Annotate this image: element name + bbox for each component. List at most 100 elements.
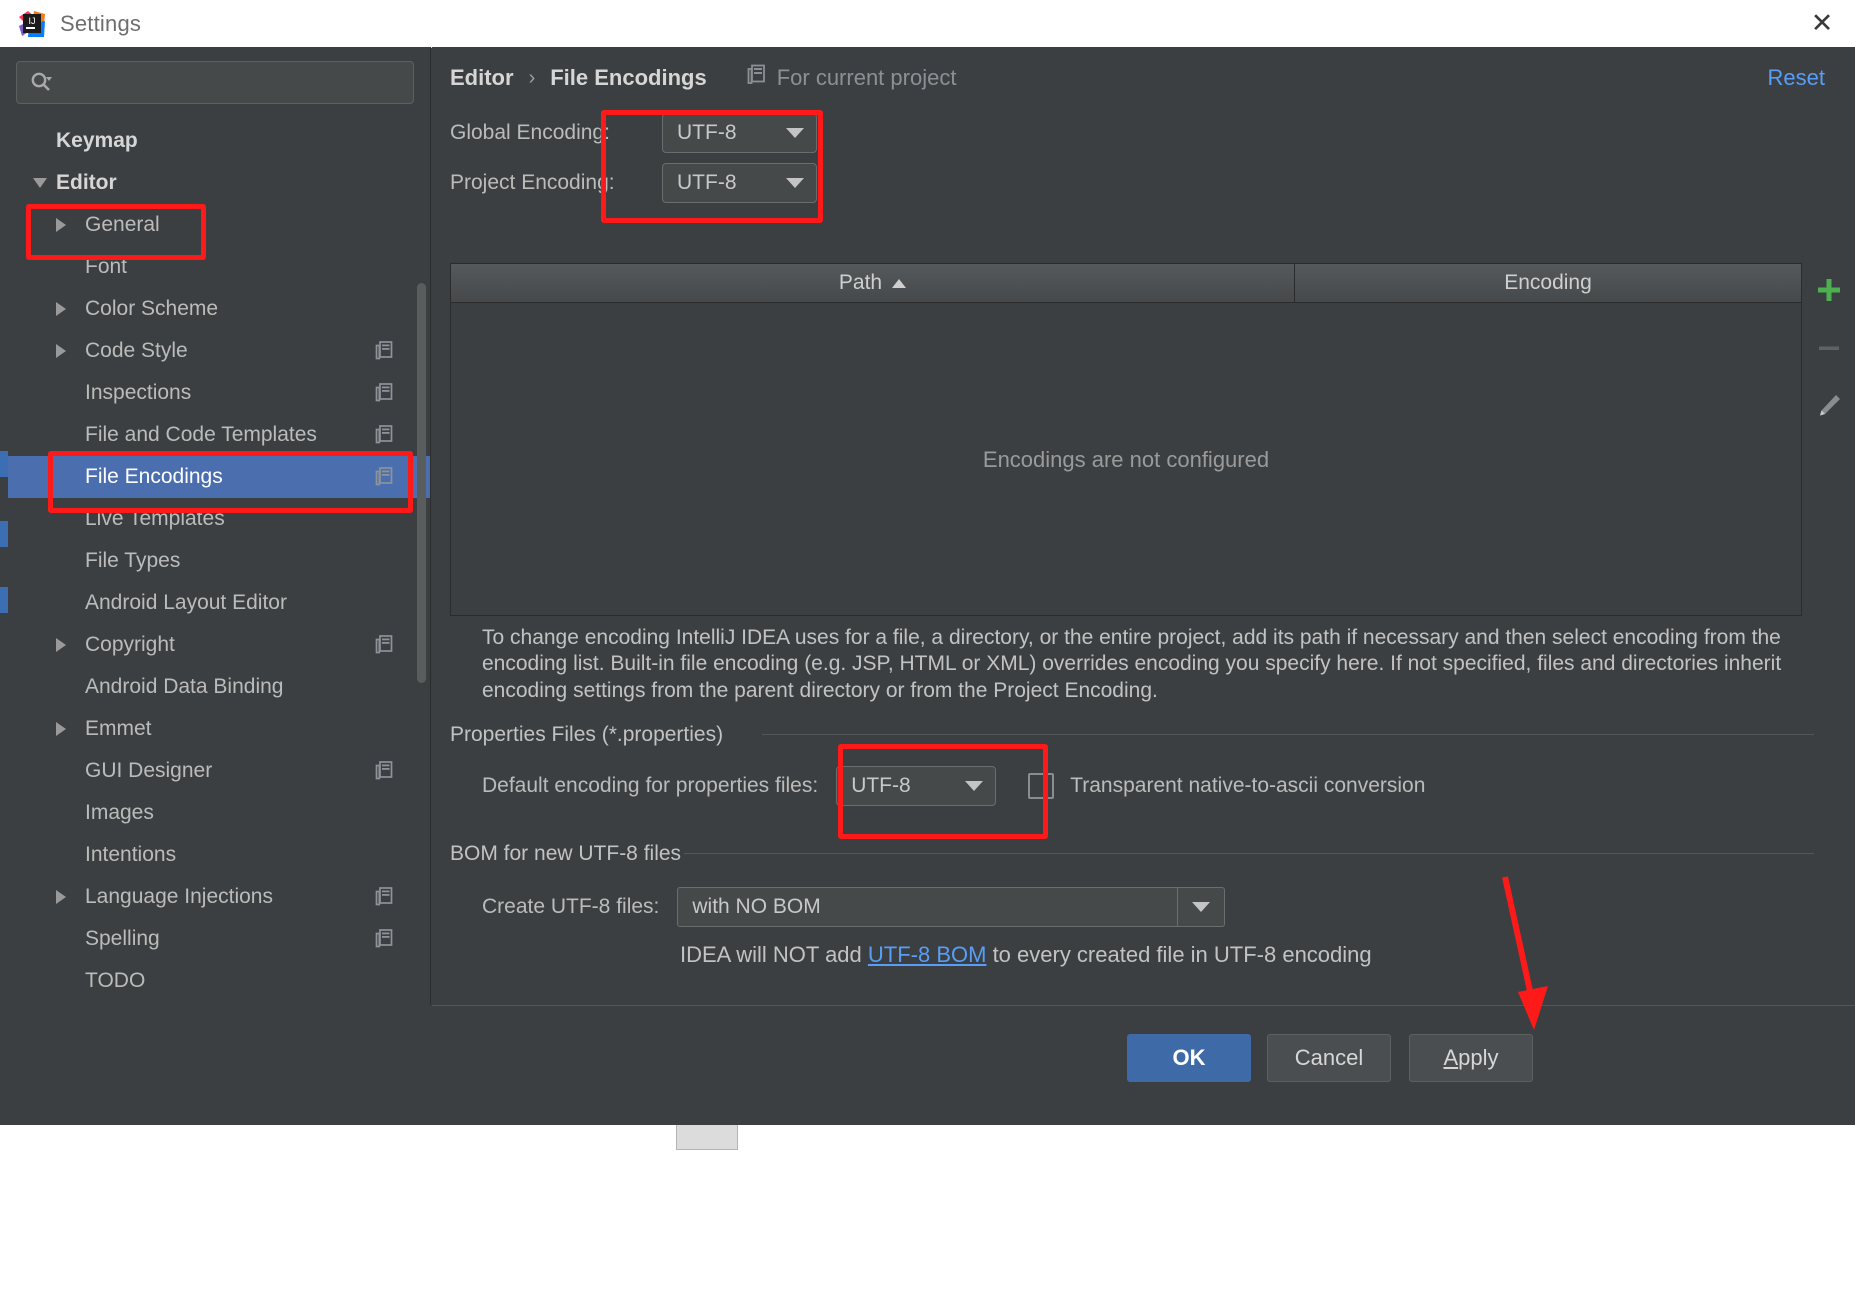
sidebar-item-file-encodings[interactable]: File Encodings <box>0 456 430 498</box>
dialog-button-bar: OK Cancel Apply <box>432 1005 1855 1126</box>
project-encoding-label: Project Encoding: <box>450 171 646 195</box>
chevron-right-icon[interactable] <box>56 722 66 736</box>
sidebar-item-code-style[interactable]: Code Style <box>0 330 430 372</box>
copy-settings-icon <box>375 341 394 362</box>
search-input[interactable] <box>16 61 414 104</box>
sidebar-item-label: GUI Designer <box>85 759 212 783</box>
sidebar-item-label: Language Injections <box>85 885 273 909</box>
sidebar-item-label: File and Code Templates <box>85 423 317 447</box>
chevron-right-icon[interactable] <box>56 638 66 652</box>
search-container <box>0 47 430 104</box>
window-title: Settings <box>60 11 141 37</box>
default-properties-encoding-select[interactable]: UTF-8 <box>836 766 996 806</box>
chevron-right-icon[interactable] <box>56 302 66 316</box>
main-panel: Editor › File Encodings For current proj… <box>432 47 1855 1005</box>
default-properties-encoding-value: UTF-8 <box>851 774 911 798</box>
sidebar-item-inspections[interactable]: Inspections <box>0 372 430 414</box>
sidebar-item-android-data-binding[interactable]: Android Data Binding <box>0 666 430 708</box>
sidebar-item-label: Emmet <box>85 717 152 741</box>
sidebar-item-file-types[interactable]: File Types <box>0 540 430 582</box>
sidebar-item-label: Code Style <box>85 339 188 363</box>
global-encoding-row: Global Encoding: UTF-8 <box>432 109 817 157</box>
search-icon <box>29 71 52 94</box>
sidebar-item-emmet[interactable]: Emmet <box>0 708 430 750</box>
sidebar-scrollbar[interactable] <box>417 283 426 683</box>
close-icon[interactable]: ✕ <box>1789 0 1855 47</box>
settings-dialog: IJ Settings ✕ Keymap Editor General Font Col… <box>0 0 1855 1305</box>
sidebar-item-color-scheme[interactable]: Color Scheme <box>0 288 430 330</box>
table-toolbar <box>1803 263 1855 423</box>
add-encoding-button[interactable] <box>1812 273 1846 307</box>
apply-button-mnemonic: A <box>1443 1045 1458 1070</box>
sidebar-item-images[interactable]: Images <box>0 792 430 834</box>
create-utf8-files-row: Create UTF-8 files: with NO BOM <box>464 883 1225 931</box>
create-utf8-files-select[interactable]: with NO BOM <box>677 887 1225 927</box>
column-header-encoding[interactable]: Encoding <box>1295 264 1801 302</box>
copy-settings-icon <box>375 425 394 446</box>
sidebar-item-file-and-code-templates[interactable]: File and Code Templates <box>0 414 430 456</box>
table-empty-message: Encodings are not configured <box>983 447 1269 473</box>
sidebar-item-font[interactable]: Font <box>0 246 430 288</box>
breadcrumb-parent[interactable]: Editor <box>450 65 514 91</box>
create-utf8-files-label: Create UTF-8 files: <box>482 895 659 919</box>
copy-settings-icon <box>375 929 394 950</box>
sidebar-item-label: Color Scheme <box>85 297 218 321</box>
sidebar-item-label: Font <box>85 255 127 279</box>
sidebar-item-label: Android Data Binding <box>85 675 283 699</box>
project-encoding-row: Project Encoding: UTF-8 <box>432 159 817 207</box>
for-current-project-label: For current project <box>747 64 957 92</box>
utf8-bom-link[interactable]: UTF-8 BOM <box>868 942 987 967</box>
sidebar-item-general[interactable]: General <box>0 204 430 246</box>
global-encoding-select[interactable]: UTF-8 <box>662 113 817 153</box>
sidebar-item-live-templates[interactable]: Live Templates <box>0 498 430 540</box>
sidebar-item-todo[interactable]: TODO <box>0 960 430 996</box>
sidebar-item-copyright[interactable]: Copyright <box>0 624 430 666</box>
properties-group-title: Properties Files (*.properties) <box>450 723 735 747</box>
transparent-native-to-ascii-checkbox[interactable] <box>1028 773 1054 799</box>
apply-button[interactable]: Apply <box>1409 1034 1533 1082</box>
chevron-down-icon <box>1192 902 1210 912</box>
sidebar-item-intentions[interactable]: Intentions <box>0 834 430 876</box>
sidebar-item-label: Inspections <box>85 381 191 405</box>
bom-hint: IDEA will NOT add UTF-8 BOM to every cre… <box>680 942 1372 968</box>
global-encoding-value: UTF-8 <box>677 121 737 145</box>
table-header: Path Encoding <box>451 264 1801 303</box>
transparent-native-to-ascii-label: Transparent native-to-ascii conversion <box>1070 774 1425 798</box>
chevron-right-icon[interactable] <box>56 218 66 232</box>
bom-group-divider <box>684 853 1814 854</box>
sidebar-item-label: General <box>85 213 160 237</box>
sidebar-item-label: Android Layout Editor <box>85 591 287 615</box>
reset-link[interactable]: Reset <box>1768 65 1825 91</box>
copy-settings-icon <box>375 383 394 404</box>
copy-project-icon <box>747 64 767 92</box>
chevron-down-icon <box>786 128 804 138</box>
sidebar-item-label: Intentions <box>85 843 176 867</box>
settings-sidebar: Keymap Editor General Font Color Scheme Code … <box>0 47 431 1005</box>
sidebar-item-label: Copyright <box>85 633 175 657</box>
sidebar-item-label: Spelling <box>85 927 160 951</box>
bom-group-title: BOM for new UTF-8 files <box>450 842 693 866</box>
sidebar-item-android-layout-editor[interactable]: Android Layout Editor <box>0 582 430 624</box>
chevron-right-icon[interactable] <box>56 344 66 358</box>
title-bar: IJ Settings ✕ <box>0 0 1855 48</box>
column-header-path[interactable]: Path <box>451 264 1295 302</box>
sidebar-item-gui-designer[interactable]: GUI Designer <box>0 750 430 792</box>
edit-encoding-button[interactable] <box>1812 389 1846 423</box>
ok-button[interactable]: OK <box>1127 1034 1251 1082</box>
sort-ascending-icon <box>892 279 906 288</box>
chevron-down-icon <box>786 178 804 188</box>
svg-text:IJ: IJ <box>28 16 35 26</box>
sidebar-item-spelling[interactable]: Spelling <box>0 918 430 960</box>
sidebar-item-editor[interactable]: Editor <box>0 162 430 204</box>
breadcrumb-separator: › <box>529 67 536 90</box>
cancel-button[interactable]: Cancel <box>1267 1034 1391 1082</box>
project-encoding-select[interactable]: UTF-8 <box>662 163 817 203</box>
sidebar-item-label: Keymap <box>56 129 138 153</box>
sidebar-item-keymap[interactable]: Keymap <box>0 120 430 162</box>
desktop-background <box>0 1125 1855 1305</box>
sidebar-item-language-injections[interactable]: Language Injections <box>0 876 430 918</box>
copy-settings-icon <box>375 761 394 782</box>
chevron-down-icon[interactable] <box>33 178 47 188</box>
sidebar-item-label: TODO <box>85 969 145 993</box>
chevron-right-icon[interactable] <box>56 890 66 904</box>
